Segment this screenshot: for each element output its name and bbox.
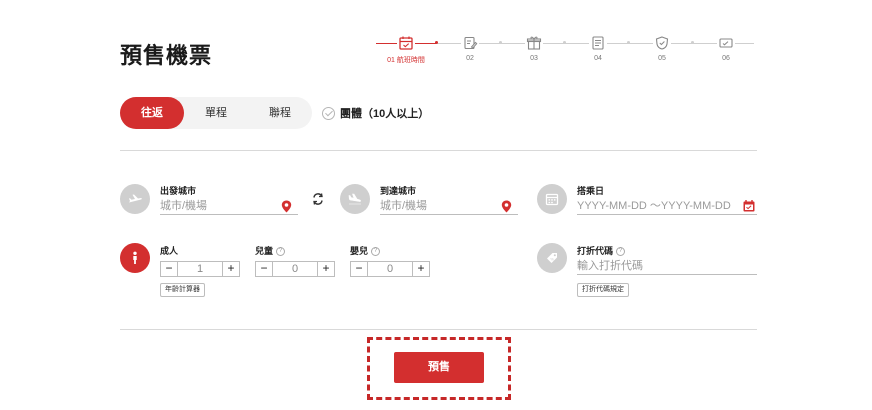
- stepper-dot: [499, 41, 502, 44]
- submit-button[interactable]: 預售: [394, 352, 484, 383]
- child-decrement-button[interactable]: −: [256, 262, 272, 276]
- child-increment-button[interactable]: +: [318, 262, 334, 276]
- location-pin-icon: [281, 200, 292, 213]
- divider: [120, 329, 757, 330]
- date-range-input[interactable]: YYYY-MM-DD ～YYYY-MM-DD: [577, 197, 757, 215]
- infant-label-row: 嬰兒?: [350, 244, 381, 257]
- child-label-row: 兒童?: [255, 244, 286, 257]
- child-quantity-stepper: − 0 +: [255, 261, 335, 277]
- dates-label: 搭乘日: [577, 186, 605, 196]
- page-title: 預售機票: [120, 43, 213, 68]
- arrival-plane-icon: [340, 184, 370, 214]
- shield-icon: [653, 34, 671, 52]
- edit-icon: [461, 34, 479, 52]
- promo-rules-button[interactable]: 打折代碼規定: [577, 283, 629, 297]
- gift-icon: [525, 34, 543, 52]
- tab-one-way[interactable]: 單程: [184, 97, 248, 129]
- infant-label: 嬰兒: [350, 246, 369, 256]
- trip-type-tabs: 往返 單程 聯程: [120, 97, 312, 129]
- divider: [120, 150, 757, 151]
- promo-label: 打折代碼: [577, 246, 614, 256]
- origin-input[interactable]: 城市/機場: [160, 197, 298, 215]
- date-range-placeholder: YYYY-MM-DD ～YYYY-MM-DD: [577, 200, 731, 212]
- origin-label: 出發城市: [160, 186, 197, 196]
- child-count[interactable]: 0: [272, 262, 318, 276]
- tab-round-trip[interactable]: 往返: [120, 97, 184, 129]
- person-icon: [120, 243, 150, 273]
- group-booking-option[interactable]: 團體（10人以上）: [322, 106, 429, 120]
- check-circle-icon[interactable]: [322, 106, 335, 120]
- step-6-label: 06: [722, 55, 730, 62]
- calendar-icon[interactable]: [743, 200, 755, 212]
- tab-multi-city[interactable]: 聯程: [248, 97, 312, 129]
- destination-label: 到達城市: [380, 186, 417, 196]
- adult-quantity-stepper: − 1 +: [160, 261, 240, 277]
- child-label: 兒童: [255, 246, 274, 256]
- promo-placeholder: 輸入打折代碼: [577, 260, 643, 272]
- adult-increment-button[interactable]: +: [223, 262, 239, 276]
- step-4: 04: [578, 34, 618, 62]
- age-calculator-button[interactable]: 年齡計算器: [160, 283, 205, 297]
- stepper-dot: [563, 41, 566, 44]
- calendar-grid-icon: [537, 184, 567, 214]
- stepper-dot: [627, 41, 630, 44]
- destination-placeholder: 城市/機場: [380, 200, 428, 212]
- step-5-label: 05: [658, 55, 666, 62]
- adult-decrement-button[interactable]: −: [161, 262, 177, 276]
- infant-decrement-button[interactable]: −: [351, 262, 367, 276]
- step-4-label: 04: [594, 55, 602, 62]
- step-5: 05: [642, 34, 682, 62]
- infant-count[interactable]: 0: [367, 262, 413, 276]
- stepper-dot: [691, 41, 694, 44]
- step-3-label: 03: [530, 55, 538, 62]
- calendar-icon: [397, 34, 415, 52]
- destination-input[interactable]: 城市/機場: [380, 197, 518, 215]
- departure-plane-icon: [120, 184, 150, 214]
- step-2-label: 02: [466, 55, 474, 62]
- step-1: 01 航班時間: [386, 34, 426, 65]
- step-2: 02: [450, 34, 490, 62]
- booking-stepper: 01 航班時間 02 03 04 05 06: [376, 34, 756, 66]
- promo-code-input[interactable]: 輸入打折代碼: [577, 257, 757, 275]
- adult-count[interactable]: 1: [177, 262, 223, 276]
- promo-label-row: 打折代碼?: [577, 244, 626, 257]
- infant-increment-button[interactable]: +: [413, 262, 429, 276]
- step-6: 06: [706, 34, 746, 62]
- swap-icon[interactable]: [311, 192, 325, 206]
- step-3: 03: [514, 34, 554, 62]
- svg-text:%: %: [550, 256, 554, 261]
- stepper-dot: [435, 41, 438, 44]
- ticket-icon: [717, 34, 735, 52]
- help-icon[interactable]: ?: [371, 247, 381, 257]
- help-icon[interactable]: ?: [616, 247, 626, 257]
- help-icon[interactable]: ?: [276, 247, 286, 257]
- step-1-label: 01 航班時間: [387, 57, 425, 64]
- group-booking-label: 團體（10人以上）: [340, 108, 430, 120]
- discount-tag-icon: %: [537, 243, 567, 273]
- infant-quantity-stepper: − 0 +: [350, 261, 430, 277]
- origin-placeholder: 城市/機場: [160, 200, 208, 212]
- document-icon: [589, 34, 607, 52]
- adult-label: 成人: [160, 246, 179, 256]
- location-pin-icon: [501, 200, 512, 213]
